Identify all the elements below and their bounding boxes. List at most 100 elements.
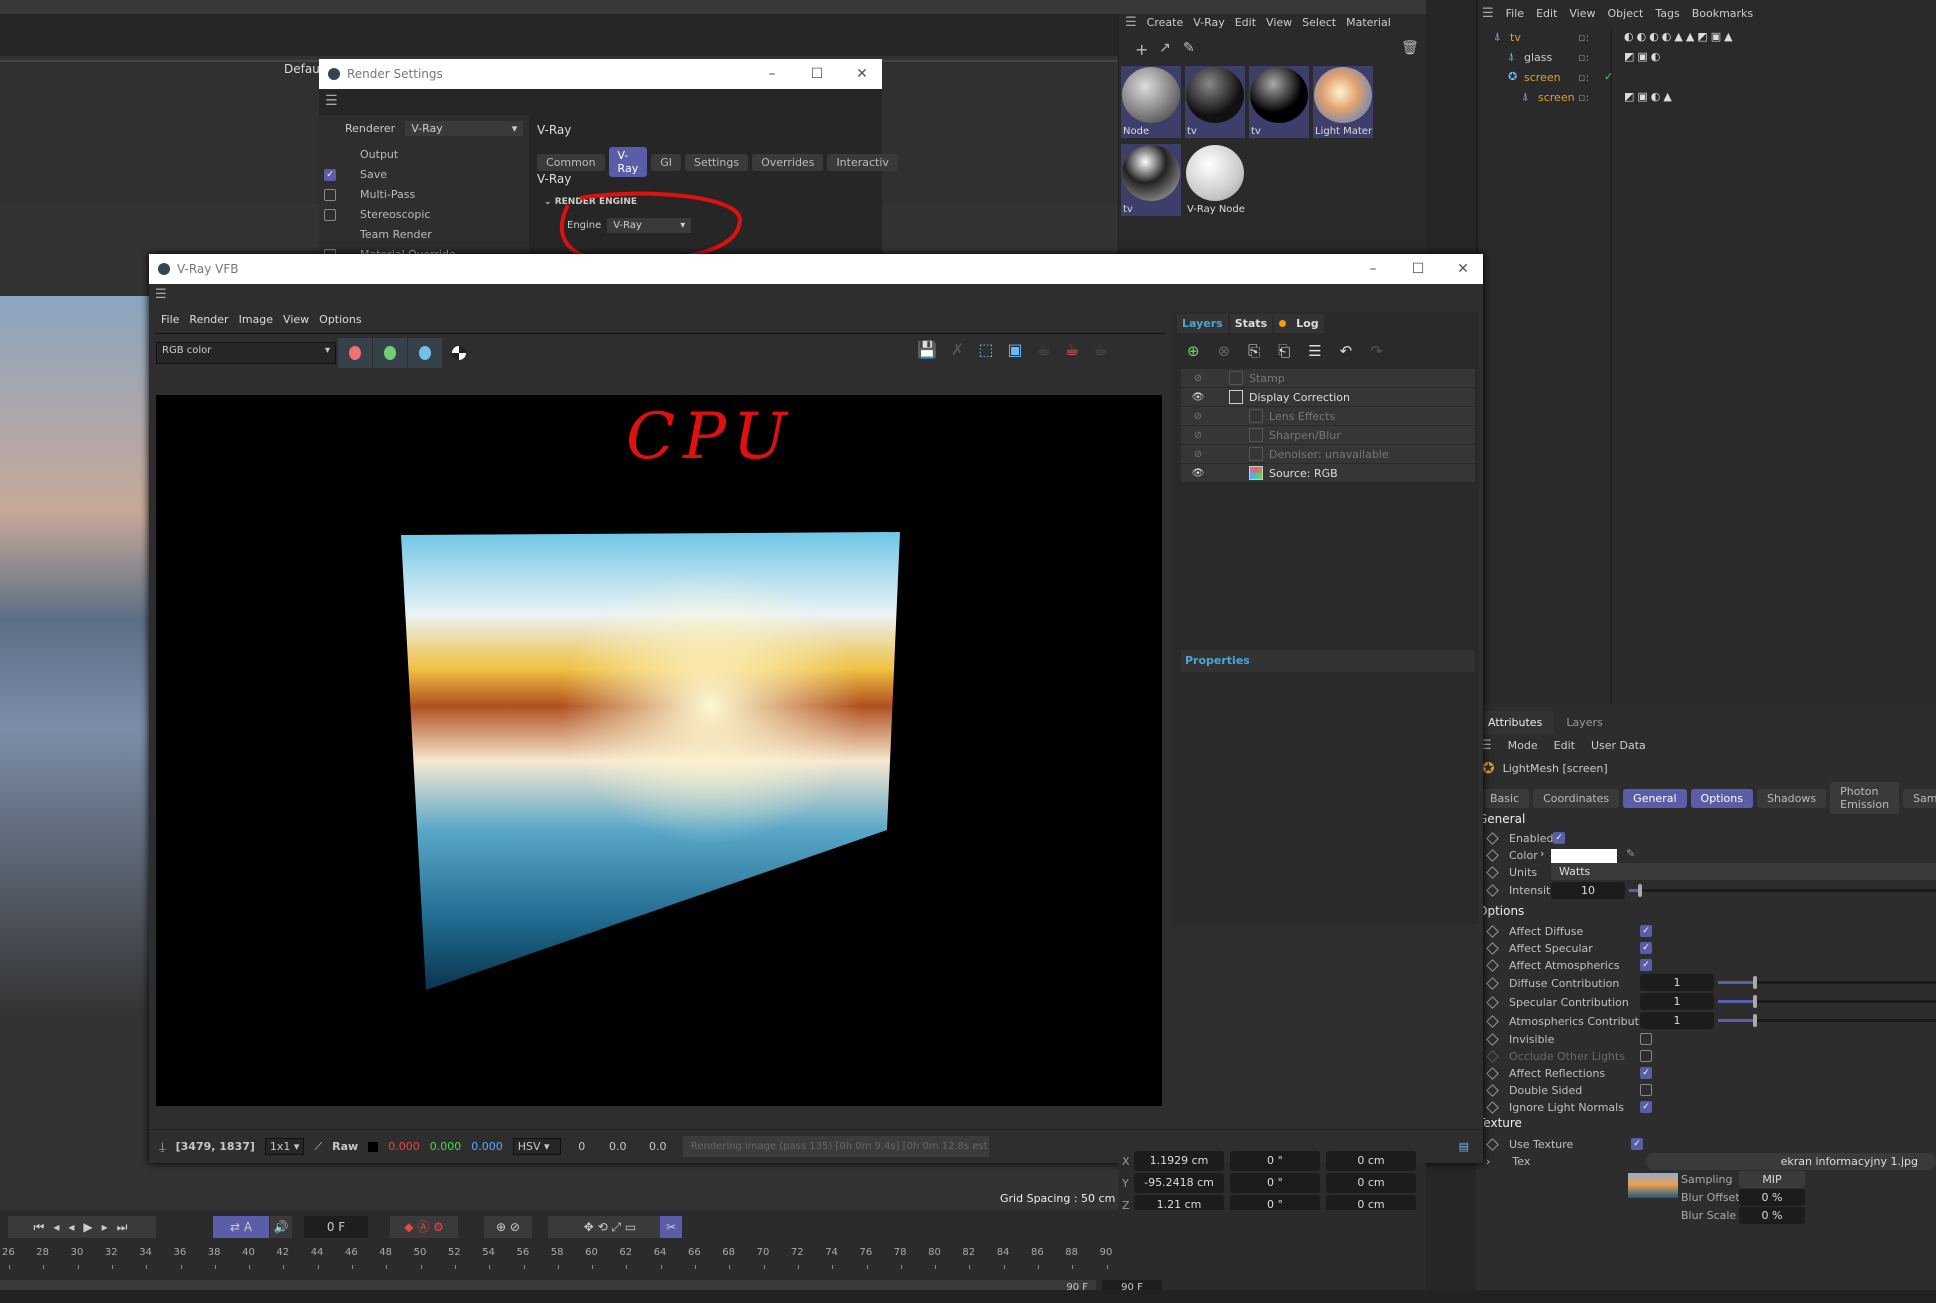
keyframe-diamond-icon[interactable]: [1486, 1014, 1499, 1028]
keyframe-diamond-icon[interactable]: [1486, 865, 1499, 879]
sound-icon[interactable]: 🔊: [270, 1216, 292, 1238]
track-mouse-icon[interactable]: ▣: [1007, 340, 1022, 359]
coordinate-rot-field[interactable]: 0 °: [1230, 1151, 1320, 1171]
red-channel-button[interactable]: [338, 338, 372, 368]
keyframe-diamond-icon[interactable]: [1486, 1137, 1499, 1151]
maximize-button[interactable]: ☐: [797, 59, 837, 89]
render-settings-tab[interactable]: Overrides: [752, 153, 824, 171]
pick-icon[interactable]: ⍊: [159, 1140, 166, 1154]
menu-item[interactable]: Image: [239, 313, 273, 326]
layer-row[interactable]: ⊘ Lens Effects: [1181, 407, 1475, 425]
arrow-icon[interactable]: ↗: [1159, 40, 1171, 56]
mono-channel-icon[interactable]: [452, 346, 466, 360]
menu-item[interactable]: Bookmarks: [1692, 7, 1753, 20]
sampling-field[interactable]: MIP: [1739, 1171, 1805, 1188]
attribute-subtab[interactable]: Samp: [1903, 788, 1936, 808]
coordinate-size-field[interactable]: 0 cm: [1326, 1173, 1416, 1193]
render-settings-item[interactable]: ✓ Save: [319, 165, 529, 185]
render-image-area[interactable]: CPU: [156, 395, 1162, 1106]
clear-image-icon[interactable]: ✗: [951, 340, 964, 359]
keyframe-diamond-icon[interactable]: [1486, 1100, 1499, 1114]
tab-layers[interactable]: Layers: [1177, 313, 1228, 333]
texture-file-field[interactable]: ekran informacyjny 1.jpg: [1646, 1153, 1936, 1170]
expand-arrow-icon[interactable]: ›: [1486, 1155, 1490, 1168]
render-settings-tab[interactable]: Common: [537, 153, 605, 171]
eye-hidden-icon[interactable]: ⊘: [1181, 411, 1215, 422]
menu-item[interactable]: Mode: [1508, 739, 1538, 752]
key-filter-buttons[interactable]: ✥ ⟲ ⤢ ▭: [548, 1216, 672, 1238]
keyframe-diamond-icon[interactable]: [1486, 1049, 1499, 1063]
checkbox[interactable]: ✓: [1640, 942, 1652, 954]
object-row[interactable]: ✪ screen ▫: ✓: [1478, 68, 1936, 88]
value-slider[interactable]: [1718, 995, 1936, 1008]
keyframe-diamond-icon[interactable]: [1486, 924, 1499, 938]
checkbox[interactable]: [1640, 1084, 1652, 1096]
record-keys-buttons[interactable]: ◆ Ⓐ ⚙: [390, 1216, 458, 1238]
keyframe-diamond-icon[interactable]: [1486, 1083, 1499, 1097]
region-render-icon[interactable]: ⬚: [978, 340, 993, 359]
tag-icons[interactable]: ◩▣◐▲: [1624, 90, 1675, 103]
green-channel-button[interactable]: [373, 338, 407, 368]
value-slider[interactable]: [1718, 976, 1936, 989]
object-row[interactable]: ⍋ glass ▫: ◩▣◐: [1478, 48, 1936, 68]
attribute-subtab[interactable]: Basic: [1480, 788, 1530, 808]
menu-item[interactable]: Create: [1147, 16, 1184, 29]
curve-icon[interactable]: ⟋: [314, 1140, 322, 1154]
menu-item[interactable]: Material: [1346, 16, 1391, 29]
render-settings-item[interactable]: Team Render: [319, 225, 529, 245]
render-settings-item[interactable]: Stereoscopic: [319, 205, 529, 225]
render-settings-tab[interactable]: Interactiv: [827, 153, 898, 171]
renderer-dropdown[interactable]: V-Ray ▾: [405, 121, 524, 136]
checkbox[interactable]: [1640, 1033, 1652, 1045]
checkbox[interactable]: [324, 209, 336, 221]
layer-row[interactable]: 👁 Display Correction: [1181, 388, 1475, 406]
keyframe-buttons[interactable]: ⊕ ⊘: [484, 1216, 532, 1238]
stop-render-icon[interactable]: ☕: [1065, 340, 1079, 359]
tab-stats[interactable]: Stats: [1229, 313, 1273, 333]
checkbox[interactable]: ✓: [1640, 959, 1652, 971]
value-slider[interactable]: [1629, 884, 1936, 897]
vfb-titlebar[interactable]: V-Ray VFB – ☐ ✕: [149, 254, 1483, 284]
hamburger-icon[interactable]: ☰: [1482, 6, 1494, 21]
coordinate-pos-field[interactable]: 1.1929 cm: [1134, 1151, 1224, 1171]
trash-icon[interactable]: 🗑: [1401, 40, 1419, 56]
render-settings-item[interactable]: Multi-Pass: [319, 185, 529, 205]
checkbox[interactable]: ✓: [1631, 1138, 1643, 1150]
visibility-dots-icon[interactable]: ▫:: [1578, 31, 1589, 44]
tab-log[interactable]: Log: [1274, 313, 1324, 333]
menu-item[interactable]: Tags: [1655, 7, 1679, 20]
keyframe-diamond-icon[interactable]: [1486, 941, 1499, 955]
attributes-tab[interactable]: Layers: [1554, 711, 1614, 734]
attribute-subtab[interactable]: Options: [1690, 788, 1753, 808]
eye-icon[interactable]: 👁: [1181, 392, 1215, 403]
checkbox[interactable]: ✓: [324, 169, 336, 181]
hamburger-icon[interactable]: ☰: [325, 93, 338, 109]
hamburger-icon[interactable]: ☰: [155, 287, 167, 302]
keyframe-diamond-icon[interactable]: [1486, 883, 1499, 897]
render-settings-tab[interactable]: Settings: [684, 153, 749, 171]
channel-dropdown[interactable]: RGB color ▾: [156, 342, 336, 364]
keyframe-diamond-icon[interactable]: [1486, 848, 1499, 862]
minimize-button[interactable]: –: [752, 59, 792, 89]
keyframe-diamond-icon[interactable]: [1486, 958, 1499, 972]
attribute-subtab[interactable]: General: [1623, 788, 1687, 808]
render-settings-tab[interactable]: GI: [651, 153, 681, 171]
menu-item[interactable]: Object: [1608, 7, 1644, 20]
attribute-subtab[interactable]: Coordinates: [1533, 788, 1620, 808]
menu-item[interactable]: User Data: [1591, 739, 1646, 752]
keyframe-diamond-icon[interactable]: [1486, 1032, 1499, 1046]
add-icon[interactable]: +: [1135, 40, 1148, 59]
menu-item[interactable]: Select: [1302, 16, 1336, 29]
units-dropdown[interactable]: Watts: [1551, 863, 1936, 880]
eyedropper-icon[interactable]: ✎: [1626, 847, 1635, 860]
object-row[interactable]: ⍋ screen ▫: ◩▣◐▲: [1478, 88, 1936, 108]
material-swatch[interactable]: Node: [1121, 66, 1181, 138]
object-row[interactable]: ⍋ tv ▫: ◐◐◐◐▲▲◩▣▲: [1478, 28, 1936, 48]
menu-item[interactable]: View: [1266, 16, 1292, 29]
tag-icons[interactable]: ◩▣◐: [1624, 50, 1663, 63]
eye-hidden-icon[interactable]: ⊘: [1181, 373, 1215, 384]
color-swatch[interactable]: [1551, 849, 1617, 863]
attribute-subtab[interactable]: Shadows: [1756, 788, 1827, 808]
menu-item[interactable]: Edit: [1536, 7, 1557, 20]
enabled-check-icon[interactable]: ✓: [1604, 70, 1613, 83]
